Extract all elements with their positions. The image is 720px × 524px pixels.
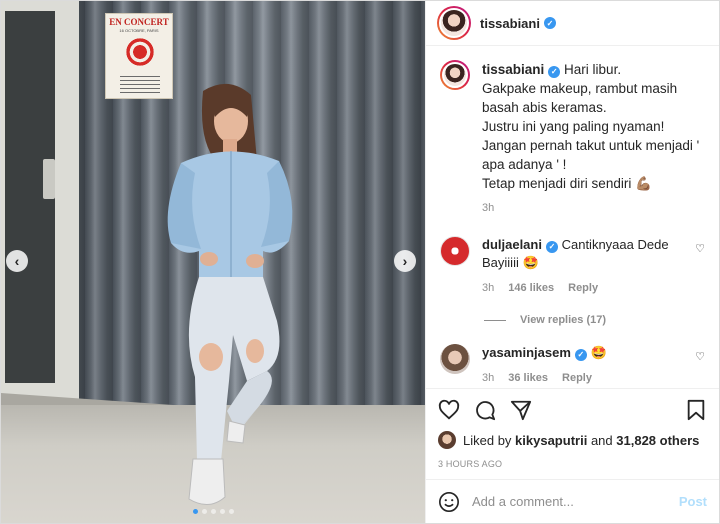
comment-item: yasaminjasem ✓ 🤩 3h 36 likes Reply ♡ [440, 344, 705, 387]
post-timestamp[interactable]: 3 HOURS AGO [438, 459, 707, 469]
carousel-dot [228, 509, 234, 514]
commenter-avatar[interactable] [440, 344, 470, 374]
verified-badge-icon: ✓ [545, 241, 558, 253]
comment-username[interactable]: yasaminjasem [482, 345, 571, 360]
comment-time[interactable]: 3h [482, 279, 494, 297]
door-frame [1, 1, 79, 409]
comment-likes[interactable]: 146 likes [508, 279, 554, 297]
person-figure [167, 83, 293, 505]
poster-logo [124, 36, 156, 68]
post-header: tissabiani ✓ [426, 1, 719, 46]
comments-section[interactable]: tissabiani ✓ Hari libur. Gakpake makeup, … [426, 46, 719, 388]
likes-count[interactable]: 31,828 others [616, 433, 699, 448]
comment-text: 🤩 [590, 345, 607, 360]
comment-username[interactable]: duljaelani [482, 237, 542, 252]
caption-timestamp[interactable]: 3h [482, 199, 705, 218]
view-replies-label: View replies (17) [520, 314, 607, 326]
carousel-indicator [1, 509, 425, 514]
liker-avatar[interactable] [438, 431, 456, 449]
comment-item: duljaelani ✓ Cantiknyaaa Dede Bayiiiii 🤩 … [440, 236, 705, 297]
post-actions: Liked by kikysaputrii and 31,828 others … [426, 388, 719, 479]
add-comment-bar: Post [426, 479, 719, 523]
caption-username[interactable]: tissabiani [482, 62, 544, 77]
comment-input[interactable] [472, 494, 679, 509]
caption-text: Hari libur. Gakpake makeup, rambut masih… [482, 62, 700, 191]
comment-like-heart-icon[interactable]: ♡ [695, 350, 705, 363]
instagram-post: EN CONCERT 16 OCTOBRE, PARIS ‹ › tissabi… [0, 0, 720, 524]
author-avatar[interactable] [437, 6, 471, 40]
emoji-smiley-icon[interactable] [438, 491, 460, 513]
verified-badge-icon: ✓ [548, 65, 561, 78]
post-photo[interactable]: EN CONCERT 16 OCTOBRE, PARIS ‹ › [1, 1, 425, 523]
liker-username[interactable]: kikysaputrii [515, 433, 587, 448]
commenter-avatar[interactable] [440, 236, 470, 266]
door-handle [43, 159, 55, 199]
poster-subtitle: 16 OCTOBRE, PARIS [119, 28, 159, 33]
comment-bubble-icon[interactable] [474, 399, 496, 421]
post-sidebar: tissabiani ✓ tissabiani ✓ Hari libur. Gak… [425, 1, 719, 523]
share-paper-plane-icon[interactable] [510, 399, 532, 421]
next-slide-button[interactable]: › [394, 250, 416, 272]
author-username[interactable]: tissabiani [480, 16, 540, 31]
bookmark-icon[interactable] [685, 399, 707, 421]
verified-badge-icon: ✓ [574, 349, 587, 361]
chevron-right-icon: › [402, 253, 408, 269]
comment-time[interactable]: 3h [482, 369, 494, 387]
caption: tissabiani ✓ Hari libur. Gakpake makeup, … [440, 60, 705, 218]
poster-title: EN CONCERT [109, 17, 169, 27]
carousel-dot [219, 509, 225, 514]
carousel-dot [192, 509, 198, 514]
caption-avatar[interactable] [440, 60, 470, 90]
comment-likes[interactable]: 36 likes [508, 369, 548, 387]
post-comment-button[interactable]: Post [679, 494, 707, 509]
previous-slide-button[interactable]: ‹ [6, 250, 28, 272]
carousel-dot [201, 509, 207, 514]
comment-like-heart-icon[interactable]: ♡ [695, 242, 705, 255]
verified-badge-icon: ✓ [543, 17, 556, 29]
like-heart-icon[interactable] [438, 399, 460, 421]
reply-button[interactable]: Reply [562, 369, 592, 387]
carousel-dot [210, 509, 216, 514]
view-replies-button[interactable]: View replies (17) [484, 314, 705, 326]
reply-button[interactable]: Reply [568, 279, 598, 297]
chevron-left-icon: ‹ [14, 253, 20, 269]
liked-by-line: Liked by kikysaputrii and 31,828 others [438, 431, 707, 449]
